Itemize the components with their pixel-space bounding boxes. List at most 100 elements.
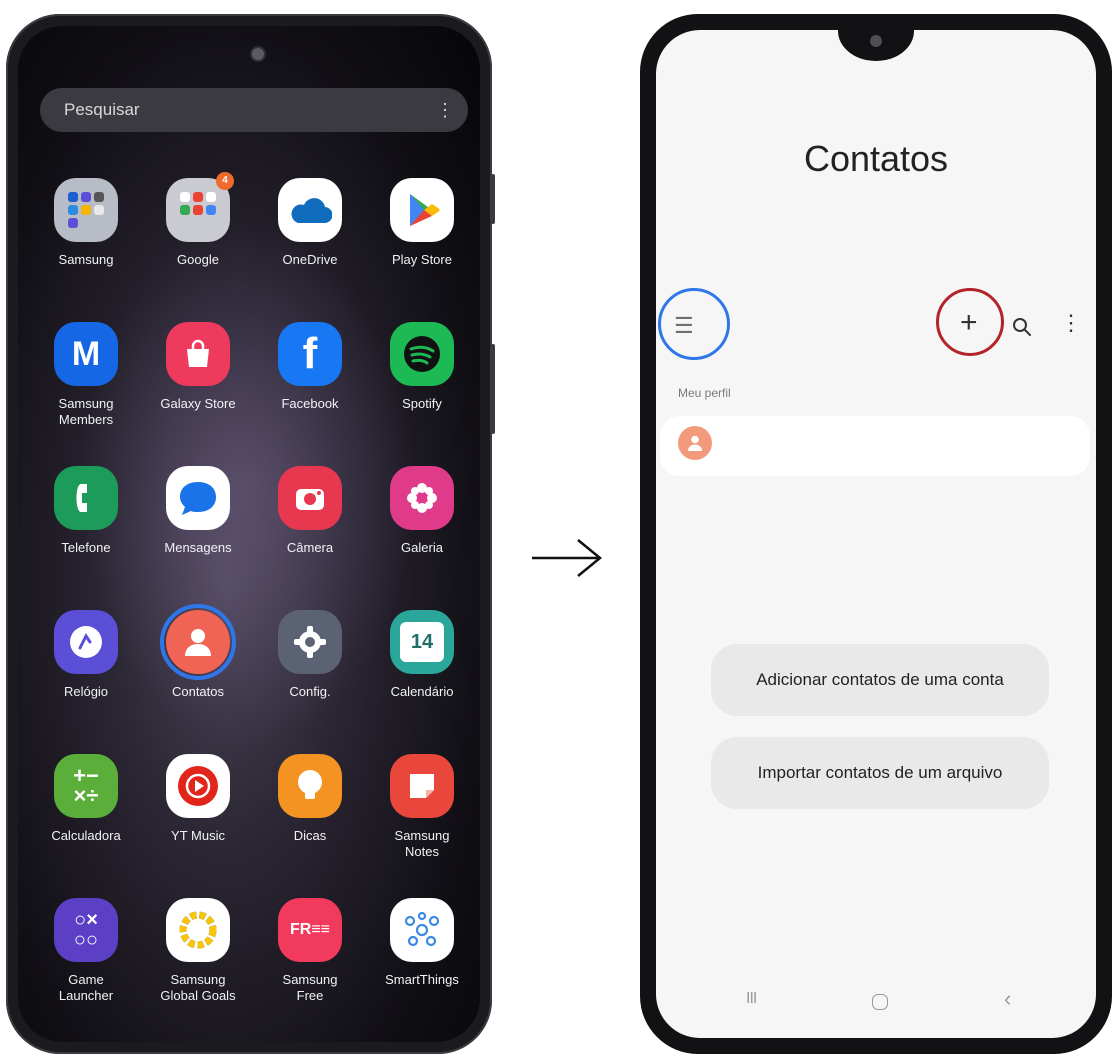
app-calculator[interactable]: +− ×÷ Calculadora	[36, 754, 136, 844]
samsung-notes-icon[interactable]	[390, 754, 454, 818]
app-label: Samsung Global Goals	[160, 972, 236, 1003]
calculator-icon[interactable]: +− ×÷	[54, 754, 118, 818]
app-tips[interactable]: Dicas	[260, 754, 360, 844]
app-label: SmartThings	[385, 972, 459, 987]
app-label: Calendário	[390, 684, 454, 699]
samsung-free-icon[interactable]: FR≡≡	[278, 898, 342, 962]
app-drawer-screen: Pesquisar ⋮ Samsung 4 Google OneDrive Play S…	[18, 26, 480, 1042]
front-camera	[870, 35, 882, 47]
app-google-folder[interactable]: 4 Google	[148, 172, 248, 268]
more-options-icon[interactable]: ⋮	[436, 101, 454, 119]
samsung-folder-icon[interactable]	[54, 178, 118, 242]
smartthings-icon[interactable]	[390, 898, 454, 962]
back-button[interactable]: ‹	[1004, 986, 1011, 1012]
app-gallery[interactable]: Galeria	[372, 466, 472, 556]
samsung-members-icon[interactable]: M	[54, 322, 118, 386]
app-label: Telefone	[61, 540, 111, 555]
app-samsung-notes[interactable]: Samsung Notes	[372, 754, 472, 860]
app-label: Mensagens	[164, 540, 232, 555]
my-profile-label: Meu perfil	[678, 386, 731, 400]
app-onedrive[interactable]: OneDrive	[260, 178, 360, 268]
add-from-account-button[interactable]: Adicionar contatos de uma conta	[711, 644, 1049, 716]
app-label: Samsung Members	[58, 396, 114, 427]
app-messages[interactable]: Mensagens	[148, 466, 248, 556]
highlight-ring	[160, 604, 236, 680]
app-label: Play Store	[392, 252, 452, 267]
import-from-file-button[interactable]: Importar contatos de um arquivo	[711, 737, 1049, 809]
front-camera	[252, 48, 264, 60]
app-label: Câmera	[286, 540, 334, 555]
app-label: Samsung	[58, 252, 114, 267]
camera-notch	[838, 30, 914, 61]
spotify-icon[interactable]	[390, 322, 454, 386]
app-label: Google	[177, 252, 219, 267]
app-game-launcher[interactable]: ○× ○○ Game Launcher	[36, 898, 136, 1004]
contacts-screen: Contatos ☰ + ⋮ Meu perfil Adicionar cont…	[656, 30, 1096, 1038]
camera-icon[interactable]	[278, 466, 342, 530]
calendar-icon[interactable]: 14	[390, 610, 454, 674]
side-button	[491, 174, 495, 224]
app-samsung-free[interactable]: FR≡≡ Samsung Free	[260, 898, 360, 1004]
app-clock[interactable]: Relógio	[36, 610, 136, 700]
app-smartthings[interactable]: SmartThings	[372, 898, 472, 988]
my-profile-card[interactable]	[660, 416, 1090, 476]
app-settings[interactable]: Config.	[260, 610, 360, 700]
app-label: Contatos	[171, 684, 225, 699]
gallery-icon[interactable]	[390, 466, 454, 530]
home-button[interactable]	[872, 994, 888, 1010]
recent-apps-button[interactable]: III	[746, 990, 757, 1008]
phone-contacts: Contatos ☰ + ⋮ Meu perfil Adicionar cont…	[640, 14, 1112, 1054]
app-play-store[interactable]: Play Store	[372, 178, 472, 268]
app-label: Config.	[289, 684, 331, 699]
app-label: OneDrive	[282, 252, 338, 267]
page-title: Contatos	[803, 138, 949, 179]
notification-badge: 4	[216, 172, 234, 190]
yt-music-icon[interactable]	[166, 754, 230, 818]
messages-icon[interactable]	[166, 466, 230, 530]
app-global-goals[interactable]: Samsung Global Goals	[148, 898, 248, 1004]
app-facebook[interactable]: f Facebook	[260, 322, 360, 412]
app-label: Samsung Notes	[394, 828, 450, 859]
volume-button	[491, 344, 495, 434]
app-samsung-folder[interactable]: Samsung	[36, 178, 136, 268]
app-label: Facebook	[281, 396, 339, 411]
search-bar[interactable]: Pesquisar ⋮	[40, 88, 468, 132]
app-contacts[interactable]: Contatos	[148, 604, 248, 700]
app-galaxy-store[interactable]: Galaxy Store	[148, 322, 248, 412]
app-label: Spotify	[402, 396, 442, 411]
play-store-icon[interactable]	[390, 178, 454, 242]
app-samsung-members[interactable]: M Samsung Members	[36, 322, 136, 428]
app-yt-music[interactable]: YT Music	[148, 754, 248, 844]
tips-icon[interactable]	[278, 754, 342, 818]
calendar-day: 14	[410, 630, 434, 653]
game-launcher-icon[interactable]: ○× ○○	[54, 898, 118, 962]
app-label: Relógio	[63, 684, 109, 699]
add-contact-button[interactable]: +	[960, 306, 978, 340]
settings-icon[interactable]	[278, 610, 342, 674]
more-options-icon[interactable]: ⋮	[1060, 312, 1082, 334]
phone-icon[interactable]	[54, 466, 118, 530]
app-phone[interactable]: Telefone	[36, 466, 136, 556]
app-camera[interactable]: Câmera	[260, 466, 360, 556]
global-goals-icon[interactable]	[166, 898, 230, 962]
app-label: Galeria	[401, 540, 443, 555]
menu-icon[interactable]: ☰	[674, 313, 694, 339]
app-spotify[interactable]: Spotify	[372, 322, 472, 412]
navigation-bar: III ‹	[656, 968, 1096, 1038]
search-label: Pesquisar	[64, 100, 140, 119]
arrow-right-icon	[532, 539, 602, 577]
avatar[interactable]	[678, 426, 712, 460]
app-label: YT Music	[171, 828, 225, 843]
app-label: Dicas	[293, 828, 327, 843]
clock-icon[interactable]	[54, 610, 118, 674]
phone-app-drawer: Pesquisar ⋮ Samsung 4 Google OneDrive Play S…	[6, 14, 495, 1054]
search-icon[interactable]	[1011, 316, 1033, 338]
app-label: Calculadora	[51, 828, 121, 843]
app-calendar[interactable]: 14 Calendário	[372, 610, 472, 700]
app-label: Game Launcher	[58, 972, 114, 1003]
app-label: Galaxy Store	[160, 396, 236, 411]
galaxy-store-icon[interactable]	[166, 322, 230, 386]
onedrive-icon[interactable]	[278, 178, 342, 242]
person-icon	[688, 435, 702, 451]
facebook-icon[interactable]: f	[278, 322, 342, 386]
